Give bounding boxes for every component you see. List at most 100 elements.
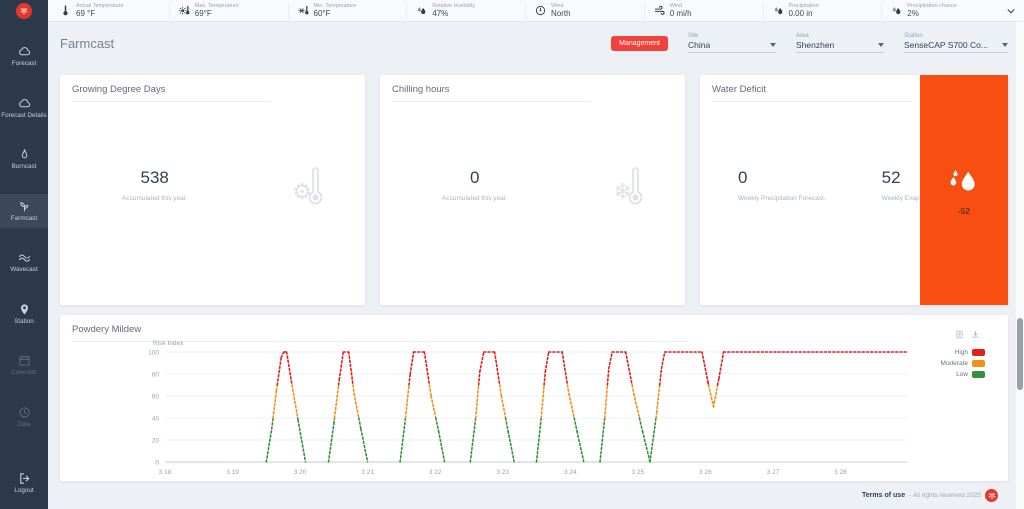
svg-text:3 25: 3 25 <box>631 469 644 476</box>
select-value: SenseCAP S700 Co... <box>904 40 988 50</box>
metric-value: 0.00 in <box>789 9 819 18</box>
brand-block <box>0 0 48 22</box>
sidebar-item-label: Farmcast <box>11 215 37 223</box>
svg-text:0: 0 <box>155 460 159 467</box>
vertical-scrollbar[interactable] <box>1016 22 1024 509</box>
snow-thermometer-icon <box>298 5 309 16</box>
snow-thermometer-icon: ❄ <box>614 165 643 205</box>
precipitation-drops-icon <box>773 5 784 16</box>
cloud-icon <box>18 45 31 58</box>
precipitation-forecast-value: 0 <box>738 168 826 188</box>
sidebar-item-wavecast[interactable]: Wavecast <box>0 245 48 280</box>
footer-logo-icon <box>985 489 998 502</box>
pin-icon <box>18 303 31 316</box>
chevron-down-icon[interactable] <box>1006 6 1016 16</box>
humidity-drops-icon <box>416 5 427 16</box>
svg-text:3 19: 3 19 <box>226 469 239 476</box>
select-site[interactable]: SiteChina <box>688 33 776 53</box>
sidebar-item-farmcast[interactable]: Farmcast <box>0 194 48 229</box>
select-station[interactable]: StationSenseCAP S700 Co... <box>904 33 1008 53</box>
water-deficit-panel: -52 <box>920 75 1008 305</box>
logout-icon <box>18 472 31 485</box>
caret-down-icon <box>770 43 776 47</box>
sidebar-item-label: Calendar <box>11 369 37 377</box>
svg-text:100: 100 <box>148 350 159 357</box>
precipitation-forecast-caption: Weekly Precipitation Forecast. <box>738 195 826 202</box>
weather-topbar: Actual Temperature69 °FMax. Temperature6… <box>48 0 1024 22</box>
chilling-value: 0 <box>442 168 507 188</box>
topbar-metric: Wind0 mi/h <box>644 3 763 19</box>
footer: Terms of use - All rights reserved 2025 <box>862 489 998 502</box>
sidebar-item-burncast[interactable]: Burncast <box>0 142 48 177</box>
caret-down-icon <box>878 43 884 47</box>
svg-text:80: 80 <box>152 372 160 379</box>
select-label: Area <box>796 33 884 39</box>
water-drops-icon <box>947 165 981 199</box>
topbar-metric: Precipitation chance2% <box>881 3 1000 19</box>
powdery-mildew-card: Powdery Mildew HighModerateLow 020406080… <box>60 315 1008 481</box>
svg-text:3 24: 3 24 <box>564 469 577 476</box>
gdd-value: 538 <box>122 168 187 188</box>
sidebar-item-forecast-details[interactable]: Forecast Details <box>0 91 48 126</box>
svg-text:3 23: 3 23 <box>496 469 509 476</box>
cloud-icon <box>18 97 31 110</box>
header-selects: SiteChina AreaShenzhen StationSenseCAP S70… <box>668 33 1008 53</box>
sidebar-item-label: Wavecast <box>10 266 37 274</box>
page-title: Farmcast <box>60 36 114 51</box>
compass-icon <box>535 5 546 16</box>
sidebar-item-label: Forecast Details <box>1 112 47 120</box>
select-area[interactable]: AreaShenzhen <box>796 33 884 53</box>
scrollbar-thumb[interactable] <box>1017 318 1023 390</box>
svg-text:20: 20 <box>152 438 160 445</box>
water-deficit-card: Water Deficit 0 Weekly Precipitation For… <box>700 75 1008 305</box>
topbar-metric: Relative Humidity47% <box>406 3 525 19</box>
metric-value: 0 mi/h <box>670 9 692 18</box>
wind-icon <box>654 5 665 16</box>
thermometer-icon <box>60 5 71 16</box>
sidebar-nav: Forecast Forecast Details Burncast Farmcast… <box>0 22 48 509</box>
svg-text:3 18: 3 18 <box>159 469 172 476</box>
precipitation-drops-icon <box>891 5 902 16</box>
gdd-caption: Accumulated this year. <box>122 195 187 202</box>
svg-text:60: 60 <box>152 394 160 401</box>
metric-value: 47% <box>432 9 475 18</box>
svg-text:Risk Index: Risk Index <box>153 340 184 347</box>
sidebar-item-label: Data <box>17 421 30 429</box>
sidebar-item-label: Forecast <box>12 60 37 68</box>
svg-text:3 21: 3 21 <box>361 469 374 476</box>
topbar-metric: WindNorth <box>525 3 644 19</box>
sidebar-item-label: Station <box>14 318 34 326</box>
sidebar-item-forecast[interactable]: Forecast <box>0 39 48 74</box>
svg-text:3 22: 3 22 <box>429 469 442 476</box>
sidebar-item-logout[interactable]: Logout <box>0 466 48 501</box>
topbar-metric: Max. Temperature69°F <box>169 3 288 19</box>
metric-value: 69°F <box>195 9 239 18</box>
terms-of-use-link[interactable]: Terms of use <box>862 492 905 499</box>
management-button[interactable]: Management <box>611 36 668 51</box>
card-title: Water Deficit <box>712 84 912 102</box>
chilling-caption: Accumulated this year. <box>442 195 507 202</box>
flame-icon <box>18 148 31 161</box>
metric-value: North <box>551 9 571 18</box>
select-label: Station <box>904 33 1008 39</box>
calendar-icon <box>18 354 31 367</box>
growing-degree-days-card: Growing Degree Days 538 Accumulated this… <box>60 75 365 305</box>
metric-value: 60°F <box>314 9 357 18</box>
sun-thermometer-icon <box>179 5 190 16</box>
select-value: Shenzhen <box>796 40 834 50</box>
sun-thermometer-icon: ⚙ <box>292 165 323 205</box>
svg-text:40: 40 <box>152 416 160 423</box>
rights-text: - All rights reserved 2025 <box>909 492 981 499</box>
metric-value: 69 °F <box>76 9 124 18</box>
page-header: Farmcast Management SiteChina AreaShenzhe… <box>60 30 1008 56</box>
metric-value: 2% <box>907 9 957 18</box>
sidebar-item-label: Logout <box>14 487 33 495</box>
clock-icon <box>18 406 31 419</box>
select-label: Site <box>688 33 776 39</box>
svg-text:3 26: 3 26 <box>699 469 712 476</box>
svg-text:3 28: 3 28 <box>834 469 847 476</box>
sidebar-item-label: Burncast <box>12 163 37 171</box>
caret-down-icon <box>1002 43 1008 47</box>
sidebar-item-station[interactable]: Station <box>0 297 48 332</box>
svg-text:3 20: 3 20 <box>294 469 307 476</box>
